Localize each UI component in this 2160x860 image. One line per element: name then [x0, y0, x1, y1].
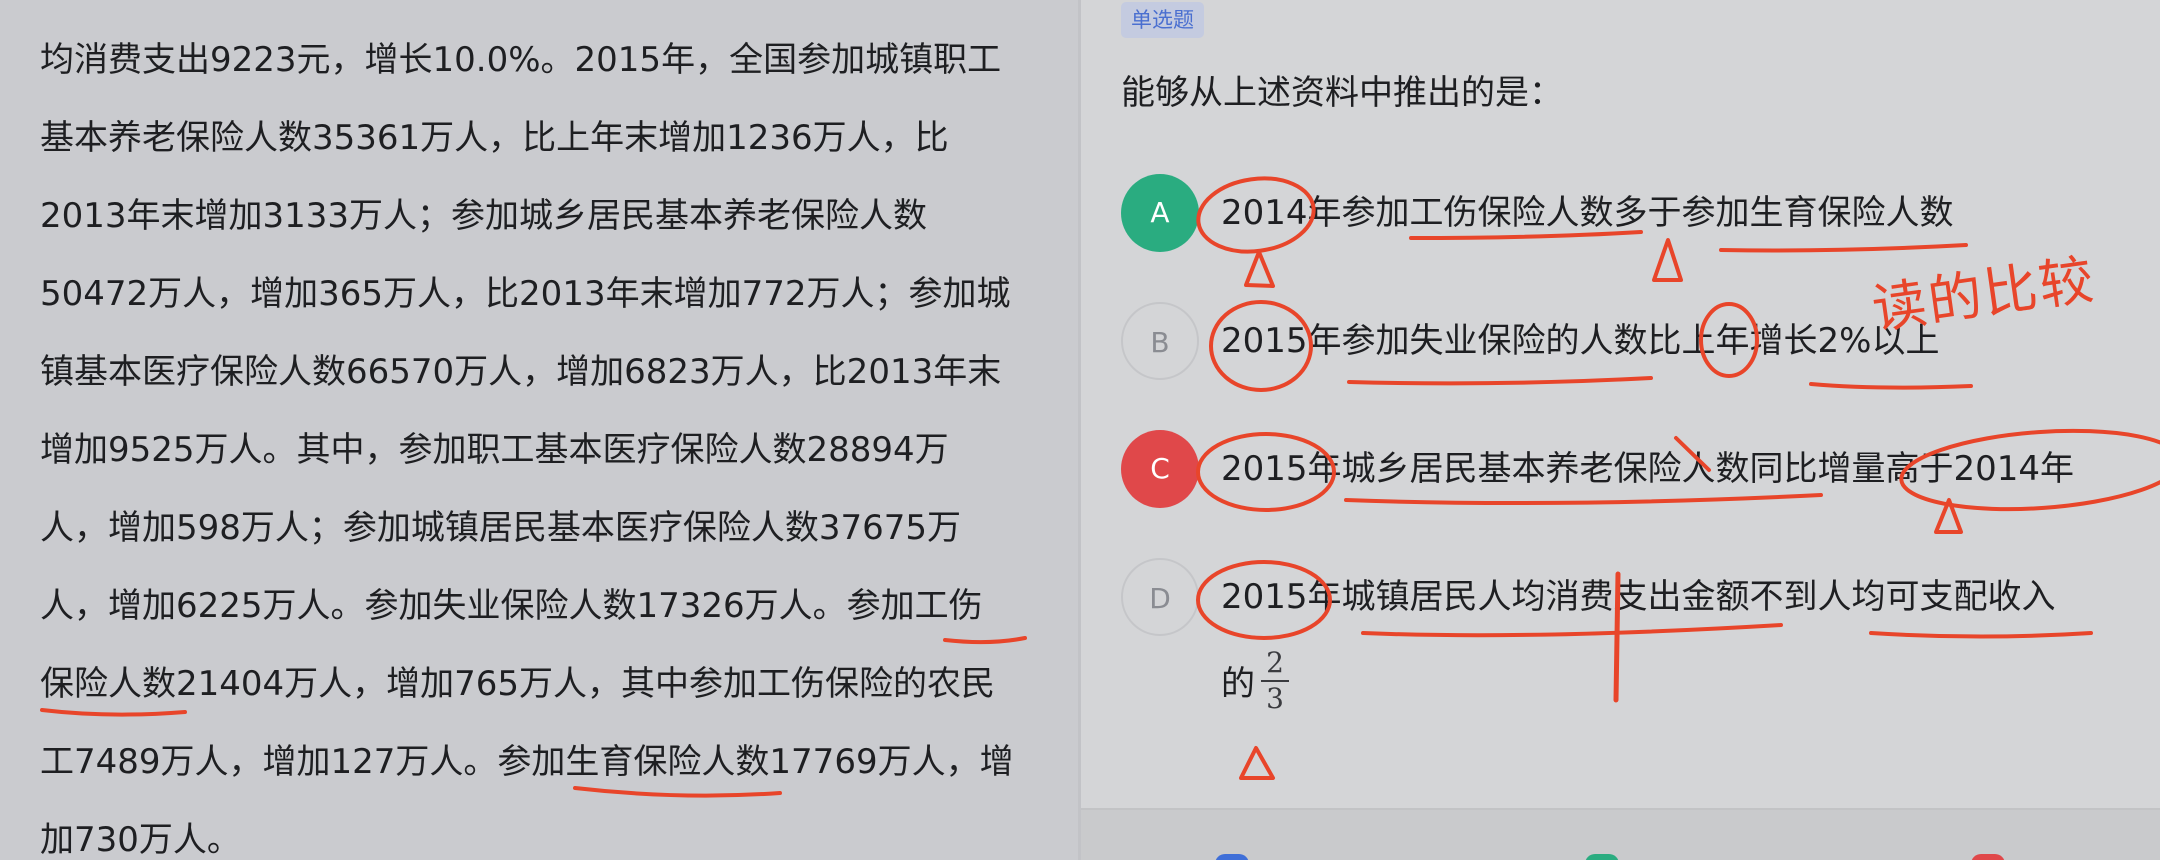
- ink-underline: [1809, 382, 1973, 390]
- ink-circle: [1899, 428, 2160, 512]
- footer-stat-marker: [1585, 854, 1619, 860]
- passage-ink-annotations: [40, 636, 1027, 798]
- ink-circle: [1196, 560, 1332, 640]
- ink-underline: [1347, 376, 1653, 386]
- ink-circle: [1196, 432, 1336, 512]
- footer-stat-marker: [1971, 854, 2005, 860]
- ink-underline: [1361, 623, 1783, 638]
- ink-stroke: [1674, 436, 1711, 472]
- ink-underline: [1344, 493, 1823, 506]
- ink-underline: [1869, 631, 2093, 639]
- ink-circle: [1209, 300, 1313, 392]
- ink-triangle: [1244, 250, 1275, 288]
- question-ink-annotations: [1196, 176, 2160, 780]
- ink-circle: [1699, 302, 1759, 378]
- ink-underline: [1409, 230, 1643, 240]
- ink-triangle: [1239, 746, 1275, 780]
- ink-underline: [1719, 243, 1968, 253]
- footer-stat-marker: [1215, 854, 1249, 860]
- ink-underline: [40, 708, 187, 717]
- ink-circle: [1196, 176, 1316, 254]
- ink-triangle: [1652, 238, 1683, 282]
- answer-footer-bar: [1081, 808, 2160, 860]
- ink-underline: [573, 786, 782, 798]
- passage-pane: 均消费支出9223元，增长10.0%。2015年，全国参加城镇职工 基本养老保险…: [0, 0, 1078, 860]
- ink-underline: [943, 636, 1027, 645]
- question-pane: 单选题 能够从上述资料中推出的是： A 2014年参加工伤保险人数多于参加生育保…: [1081, 0, 2160, 860]
- ink-vertical-stroke: [1613, 571, 1621, 703]
